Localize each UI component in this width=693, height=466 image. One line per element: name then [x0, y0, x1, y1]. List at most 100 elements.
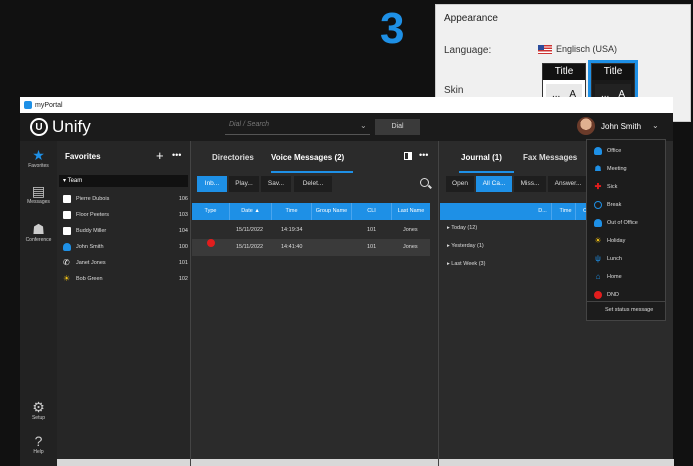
tab-fax-messages[interactable]: Fax Messages [523, 153, 577, 162]
sidebar-item-label: Help [33, 449, 44, 455]
message-status-icon [207, 239, 215, 247]
column-last-name[interactable]: Last Name [392, 203, 430, 220]
dial-search-input[interactable]: Dial / Search [225, 121, 370, 135]
inbox-button[interactable]: Inb... [197, 176, 227, 192]
messages-icon: ▤ [31, 183, 46, 199]
group-last-week[interactable]: ▸ Last Week (3) [447, 261, 485, 267]
horizontal-scrollbar[interactable] [57, 459, 190, 466]
sidebar-item-favorites[interactable]: ★ Favorites [20, 147, 57, 169]
list-item[interactable]: ✆ Janet Jones 101 [57, 255, 190, 271]
split-view-icon[interactable] [404, 152, 412, 160]
voice-table-header: Type Date ▲ Time Group Name CLI Last Nam… [192, 203, 430, 220]
voice-messages-panel: Directories Voice Messages (2) ••• Inb..… [190, 141, 438, 466]
play-button[interactable]: Play... [229, 176, 259, 192]
list-item[interactable]: Buddy Miller 104 [57, 223, 190, 239]
list-item[interactable]: John Smith 100 [57, 239, 190, 255]
horizontal-scrollbar[interactable] [191, 459, 438, 466]
column-cli[interactable]: CLI [352, 203, 392, 220]
missed-button[interactable]: Miss... [514, 176, 546, 192]
group-label: Team [67, 178, 83, 184]
journal-table-header: D... Time C [440, 203, 600, 220]
user-name[interactable]: John Smith [601, 122, 641, 131]
horizontal-scrollbar[interactable] [439, 459, 674, 466]
contact-icon [63, 195, 71, 203]
tab-voice-messages[interactable]: Voice Messages (2) [271, 153, 344, 162]
column-type[interactable]: Type [192, 203, 230, 220]
app-icon [24, 101, 32, 109]
group-team[interactable]: ▾ Team [59, 175, 188, 187]
cell-date: 15/11/2022 [236, 227, 264, 233]
star-icon: ★ [32, 147, 45, 163]
contact-name: Janet Jones [76, 260, 106, 266]
window-title: myPortal [35, 101, 63, 109]
tab-journal[interactable]: Journal (1) [461, 153, 502, 162]
contact-icon [63, 211, 71, 219]
delete-button[interactable]: Delet... [294, 176, 332, 192]
cell-cli: 101 [367, 244, 377, 250]
cell-time: 14:41:40 [281, 244, 303, 250]
status-lunch[interactable]: ψ Lunch [587, 250, 665, 268]
more-options-button[interactable]: ••• [419, 150, 428, 160]
status-home[interactable]: ⌂ Home [587, 268, 665, 286]
group-today[interactable]: ▸ Today (12) [447, 225, 477, 231]
dnd-icon [594, 291, 602, 299]
save-button[interactable]: Sav... [261, 176, 291, 192]
column-date[interactable]: Date ▲ [230, 203, 272, 220]
contact-icon [63, 227, 71, 235]
status-menu: Office ☗ Meeting ✚ Sick Break Out of Off… [586, 139, 666, 321]
status-label: Meeting [607, 166, 627, 172]
cell-last-name: Jones [403, 244, 418, 250]
status-break[interactable]: Break [587, 196, 665, 214]
all-calls-button[interactable]: All Ca... [476, 176, 512, 192]
table-row[interactable]: 15/11/2022 14:41:40 101 Jones [192, 239, 430, 256]
contact-ext: 103 [178, 212, 188, 218]
column-group-name[interactable]: Group Name [312, 203, 352, 220]
tab-directories[interactable]: Directories [212, 153, 254, 162]
language-select[interactable]: Englisch (USA) [538, 44, 617, 54]
status-meeting[interactable]: ☗ Meeting [587, 160, 665, 178]
skin-label: Skin [444, 85, 464, 96]
list-item[interactable]: Floor Peeters 103 [57, 207, 190, 223]
set-status-message[interactable]: Set status message [605, 307, 653, 313]
table-row[interactable]: 15/11/2022 14:19:34 101 Jones [192, 222, 430, 239]
status-label: Office [607, 148, 622, 154]
help-icon: ? [34, 433, 43, 449]
unify-logo-icon: U [30, 118, 48, 136]
status-label: Lunch [607, 256, 622, 262]
menu-divider [587, 301, 665, 302]
out-of-office-icon [594, 219, 602, 227]
sidebar-item-messages[interactable]: ▤ Messages [20, 183, 57, 205]
status-label: Out of Office [607, 220, 638, 226]
status-office[interactable]: Office [587, 142, 665, 160]
status-label: Sick [607, 184, 618, 190]
column-time[interactable]: Time [272, 203, 312, 220]
status-holiday[interactable]: ☀ Holiday [587, 232, 665, 250]
favorites-more-button[interactable]: ••• [172, 150, 181, 160]
column-d[interactable]: D... [534, 203, 552, 220]
sidebar-item-conference[interactable]: ☗ Conference [20, 221, 57, 243]
open-button[interactable]: Open [446, 176, 474, 192]
list-item[interactable]: ☀ Bob Green 102 [57, 271, 190, 287]
user-menu-chevron-icon[interactable]: ⌄ [652, 121, 659, 130]
chevron-down-icon[interactable]: ⌄ [360, 121, 367, 130]
contact-ext: 106 [178, 196, 188, 202]
group-yesterday[interactable]: ▸ Yesterday (1) [447, 243, 484, 249]
status-out-of-office[interactable]: Out of Office [587, 214, 665, 232]
status-label: Home [607, 274, 622, 280]
contact-name: Pierre Dubois [76, 196, 110, 202]
avatar[interactable] [577, 117, 595, 135]
sidebar-item-help[interactable]: ? Help [20, 433, 57, 455]
dial-button[interactable]: Dial [375, 119, 420, 135]
list-item[interactable]: Pierre Dubois 106 [57, 191, 190, 207]
status-sick[interactable]: ✚ Sick [587, 178, 665, 196]
sidebar-item-setup[interactable]: ⚙ Setup [20, 399, 57, 421]
contact-ext: 102 [178, 276, 188, 282]
unify-logo: U Unify [30, 117, 91, 137]
add-favorite-button[interactable]: + [156, 148, 164, 163]
column-time[interactable]: Time [556, 203, 576, 220]
break-icon [594, 201, 602, 209]
answered-button[interactable]: Answer... [548, 176, 588, 192]
us-flag-icon [538, 44, 552, 54]
conference-icon: ☗ [32, 221, 45, 237]
contact-ext: 104 [178, 228, 188, 234]
